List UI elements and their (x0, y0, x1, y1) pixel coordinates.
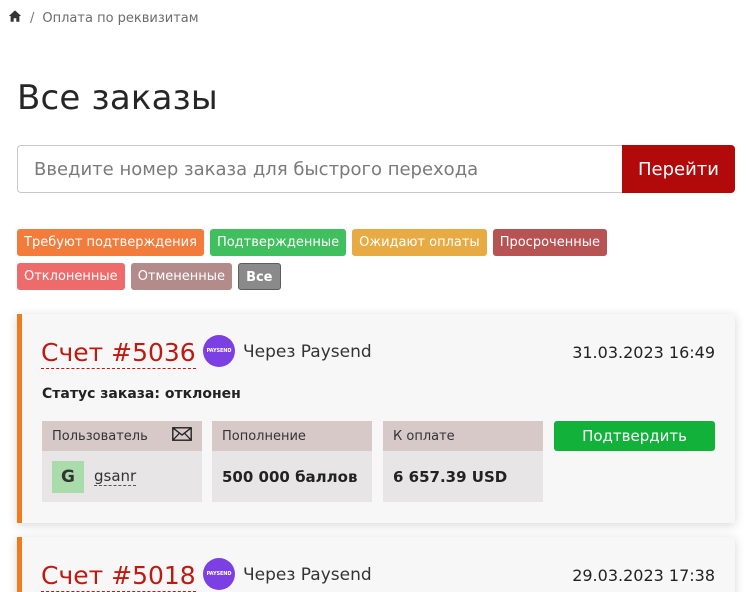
filter-cancelled[interactable]: Отмененные (130, 263, 233, 290)
filter-confirmed[interactable]: Подтвержденные (209, 229, 347, 256)
breadcrumb-current[interactable]: Оплата по реквизитам (42, 11, 198, 26)
order-search: Перейти (17, 145, 735, 193)
home-icon[interactable] (8, 9, 22, 27)
filter-rejected[interactable]: Отклоненные (17, 263, 125, 290)
invoice-link[interactable]: Счет #5018 (41, 561, 196, 592)
order-card: Счет #5036 PAYSEND Через Paysend 31.03.2… (17, 314, 735, 523)
status-filters: Требуют подтверждения Подтвержденные Ожи… (17, 229, 717, 290)
filter-all[interactable]: Все (238, 263, 281, 290)
topup-value: 500 000 баллов (222, 467, 358, 486)
page-title: Все заказы (17, 78, 218, 118)
breadcrumb-separator: / (30, 10, 35, 26)
payment-value: 6 657.39 USD (393, 467, 508, 486)
filter-overdue[interactable]: Просроченные (492, 229, 607, 256)
filter-awaiting-payment[interactable]: Ожидают оплаты (352, 229, 487, 256)
page: / Оплата по реквизитам Все заказы Перейт… (0, 0, 746, 592)
username-link[interactable]: gsanr (94, 467, 137, 486)
avatar: G (52, 460, 84, 493)
breadcrumb: / Оплата по реквизитам (8, 9, 199, 27)
invoice-link[interactable]: Счет #5036 (41, 338, 196, 369)
mail-icon[interactable] (172, 427, 192, 445)
order-date: 31.03.2023 16:49 (572, 343, 715, 362)
order-number-input[interactable] (17, 145, 622, 193)
user-box-header: Пользователь (42, 421, 202, 451)
topup-label: Пополнение (212, 421, 372, 451)
payment-method: Через Paysend (243, 342, 372, 362)
confirm-button[interactable]: Подтвердить (554, 421, 715, 451)
payment-box: К оплате 6 657.39 USD (383, 421, 543, 502)
order-status: Статус заказа: отклонен (42, 386, 241, 402)
order-card: Счет #5018 PAYSEND Через Paysend 29.03.2… (17, 537, 735, 592)
topup-box: Пополнение 500 000 баллов (212, 421, 372, 502)
paysend-logo: PAYSEND (203, 335, 235, 367)
user-box-body: G gsanr (42, 451, 202, 502)
go-button[interactable]: Перейти (622, 145, 735, 193)
order-date: 29.03.2023 17:38 (572, 566, 715, 585)
payment-method: Через Paysend (243, 565, 372, 585)
user-label: Пользователь (52, 428, 148, 444)
filter-needs-confirmation[interactable]: Требуют подтверждения (17, 229, 204, 256)
paysend-logo: PAYSEND (203, 558, 235, 590)
payment-label: К оплате (383, 421, 543, 451)
user-box: Пользователь G gsanr (42, 421, 202, 502)
